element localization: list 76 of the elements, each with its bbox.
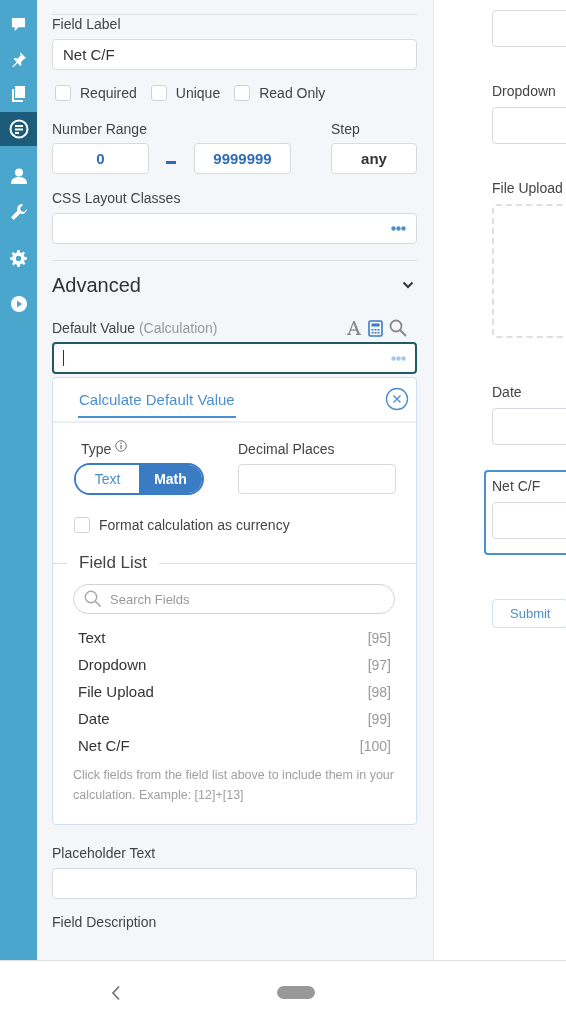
text-icon[interactable] xyxy=(346,320,362,336)
field-list-item[interactable]: Dropdown [97] xyxy=(78,651,391,678)
field-id: [95] xyxy=(367,629,391,646)
option-checkbox[interactable]: Required xyxy=(55,85,137,101)
chat-icon xyxy=(11,16,26,32)
checkbox-label: Read Only xyxy=(259,85,326,101)
preview-field-label: Date xyxy=(492,383,523,402)
chevron-icon[interactable] xyxy=(402,281,414,289)
field-label-label: Field Label xyxy=(52,15,122,33)
default-value-label: Default Value (Calculation) xyxy=(52,319,218,337)
submit-button[interactable]: Submit xyxy=(492,599,566,628)
field-list-item[interactable]: Net C/F [100] xyxy=(78,732,391,759)
field-name: File Upload xyxy=(78,683,154,700)
checkbox-label: Unique xyxy=(175,85,221,101)
step-label: Step xyxy=(331,120,361,138)
type-option[interactable]: Math xyxy=(139,465,202,493)
default-value-input[interactable] xyxy=(52,342,417,374)
placeholder-text-label: Placeholder Text xyxy=(52,844,157,862)
back-icon[interactable] xyxy=(111,984,121,1001)
settings-icon xyxy=(10,249,27,267)
decimal-places-input[interactable] xyxy=(238,464,396,494)
text-cursor xyxy=(63,350,64,366)
field-name: Net C/F xyxy=(78,737,130,754)
checkbox-label: Format calculation as currency xyxy=(99,517,290,533)
home-button[interactable] xyxy=(277,986,315,999)
type-label: Type xyxy=(81,440,112,458)
more-icon[interactable] xyxy=(391,355,406,361)
checkbox-icon[interactable] xyxy=(55,85,71,101)
field-list-item[interactable]: Date [99] xyxy=(78,705,391,732)
help-text: Click fields from the field list above to include them in your calculation. Example: [12]+[13] xyxy=(73,767,395,804)
field-list-item[interactable]: File Upload [98] xyxy=(78,678,391,705)
field-name: Dropdown xyxy=(78,656,147,673)
field-id: [100] xyxy=(359,737,391,754)
field-id: [99] xyxy=(367,710,391,727)
css-classes-label: CSS Layout Classes xyxy=(52,189,182,207)
preview-field-label: File Upload xyxy=(492,179,564,198)
preview-field-label: Net C/F xyxy=(492,477,542,496)
info-icon[interactable] xyxy=(115,440,128,452)
field-label-input[interactable]: Net C/F xyxy=(52,39,417,70)
field-description-label: Field Description xyxy=(52,913,158,931)
preview-field-label: Dropdown xyxy=(492,82,557,101)
css-classes-input[interactable] xyxy=(52,213,417,244)
number-range-label: Number Range xyxy=(52,120,147,138)
range-min-input[interactable]: 0 xyxy=(52,143,149,174)
pin-icon xyxy=(10,51,27,67)
checkbox-icon[interactable] xyxy=(150,85,167,101)
checkbox-icon[interactable] xyxy=(234,85,251,101)
range-dash xyxy=(166,161,176,164)
step-input[interactable]: any xyxy=(331,143,417,174)
field-name: Text xyxy=(78,629,106,646)
selected-field-card[interactable]: Net C/F xyxy=(484,470,566,555)
search-placeholder: Search Fields xyxy=(110,591,190,607)
field-list-title: Field List xyxy=(79,553,148,573)
field-id: [97] xyxy=(367,656,391,673)
decimal-places-label: Decimal Places xyxy=(238,440,336,458)
checkbox-label: Required xyxy=(80,85,137,101)
form-icon xyxy=(8,119,29,139)
section-title[interactable]: Advanced xyxy=(52,274,141,296)
sidebar-item[interactable] xyxy=(0,112,37,146)
placeholder-text-input[interactable] xyxy=(52,868,417,899)
option-checkbox[interactable]: Unique xyxy=(150,85,221,101)
field-name: Date xyxy=(78,710,110,727)
search-icon xyxy=(84,590,102,608)
play-icon xyxy=(10,296,27,312)
option-checkbox[interactable]: Read Only xyxy=(234,85,326,101)
field-id: [98] xyxy=(367,683,391,700)
field-list-item[interactable]: Text [95] xyxy=(78,624,391,651)
wrench-icon xyxy=(10,204,27,220)
calculator-icon[interactable] xyxy=(368,319,383,337)
more-icon[interactable] xyxy=(391,226,406,231)
close-icon[interactable] xyxy=(385,387,409,411)
pages-icon xyxy=(11,86,26,102)
currency-checkbox[interactable] xyxy=(74,517,90,533)
user-icon xyxy=(10,168,27,184)
range-max-input[interactable]: 9999999 xyxy=(194,143,291,174)
search-icon[interactable] xyxy=(389,319,407,337)
